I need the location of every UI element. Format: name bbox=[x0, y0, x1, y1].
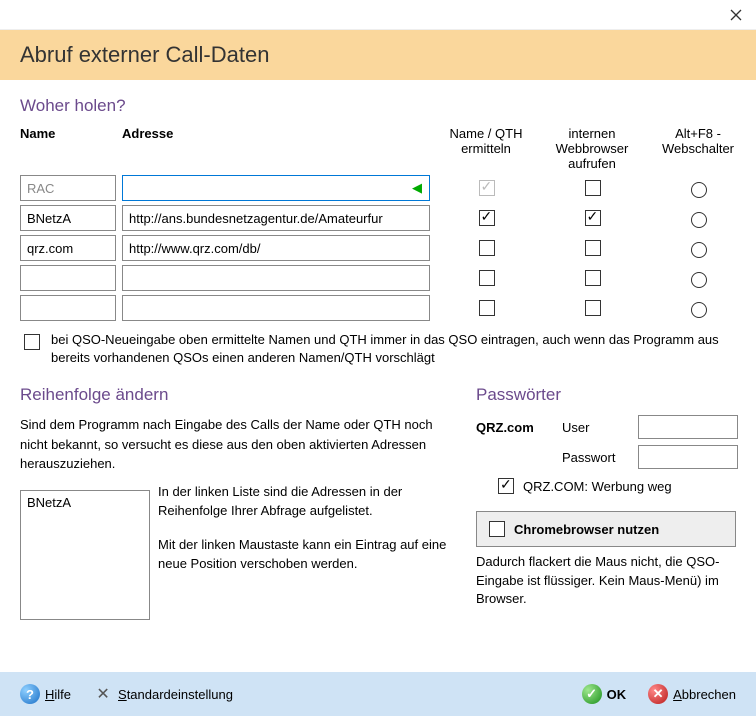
ok-button[interactable]: ✓ OK bbox=[582, 684, 627, 704]
nameqth-checkbox bbox=[479, 180, 495, 196]
window-title: Abruf externer Call-Daten bbox=[0, 30, 756, 80]
cancel-button[interactable]: ✕ Abbrechen bbox=[648, 684, 736, 704]
titlebar bbox=[0, 0, 756, 30]
row-addr-input[interactable] bbox=[122, 265, 430, 291]
chrome-label: Chromebrowser nutzen bbox=[514, 522, 659, 537]
tools-icon: ✕ bbox=[93, 684, 113, 704]
ok-icon: ✓ bbox=[582, 684, 602, 704]
table-row bbox=[20, 265, 736, 291]
col-addr: Adresse bbox=[122, 126, 430, 141]
row-name-input[interactable] bbox=[20, 265, 116, 291]
nameqth-checkbox[interactable] bbox=[479, 300, 495, 316]
nameqth-checkbox[interactable] bbox=[479, 270, 495, 286]
nameqth-checkbox[interactable] bbox=[479, 240, 495, 256]
reorder-item[interactable]: BNetzA bbox=[27, 495, 143, 510]
table-row: ◀ bbox=[20, 175, 736, 201]
row-addr-input[interactable] bbox=[122, 205, 430, 231]
altf8-radio[interactable] bbox=[691, 242, 707, 258]
footer: ? Hilfe ✕ Standardeinstellung ✓ OK ✕ Abb… bbox=[0, 672, 756, 716]
row-addr-input[interactable] bbox=[122, 235, 430, 261]
table-row bbox=[20, 235, 736, 261]
altf8-radio[interactable] bbox=[691, 302, 707, 318]
reorder-list[interactable]: BNetzA bbox=[20, 490, 150, 620]
reorder-help2: Mit der linken Maustaste kann ein Eintra… bbox=[158, 535, 456, 574]
table-header: Name Adresse Name / QTH ermitteln intern… bbox=[20, 126, 736, 171]
altf8-radio[interactable] bbox=[691, 212, 707, 228]
chrome-checkbox[interactable] bbox=[489, 521, 505, 537]
altf8-radio[interactable] bbox=[691, 182, 707, 198]
reorder-desc: Sind dem Programm nach Eingabe des Calls… bbox=[20, 415, 456, 474]
defaults-label: Standardeinstellung bbox=[118, 687, 233, 702]
col-name: Name bbox=[20, 126, 116, 141]
always-insert-checkbox[interactable] bbox=[24, 334, 40, 350]
pw-site: QRZ.com bbox=[476, 420, 556, 435]
pw-pass-label: Passwort bbox=[562, 450, 632, 465]
pw-pass-input[interactable] bbox=[638, 445, 738, 469]
cancel-icon: ✕ bbox=[648, 684, 668, 704]
table-row bbox=[20, 295, 736, 321]
browser-checkbox[interactable] bbox=[585, 180, 601, 196]
row-name-input[interactable] bbox=[20, 235, 116, 261]
row-addr-input[interactable] bbox=[122, 295, 430, 321]
row-name-input bbox=[20, 175, 116, 201]
close-button[interactable] bbox=[716, 0, 756, 30]
row-addr-input bbox=[122, 175, 430, 201]
chrome-desc: Dadurch flackert die Maus nicht, die QSO… bbox=[476, 553, 736, 608]
ok-label: OK bbox=[607, 687, 627, 702]
adblock-checkbox[interactable] bbox=[498, 478, 514, 494]
section-woher-title: Woher holen? bbox=[20, 96, 736, 116]
col-browser: internen Webbrowser aufrufen bbox=[542, 126, 642, 171]
browser-checkbox[interactable] bbox=[585, 300, 601, 316]
pw-user-input[interactable] bbox=[638, 415, 738, 439]
col-nameqth: Name / QTH ermitteln bbox=[436, 126, 536, 156]
always-insert-label: bei QSO-Neueingabe oben ermittelte Namen… bbox=[51, 331, 736, 367]
help-label: Hilfe bbox=[45, 687, 71, 702]
pw-user-label: User bbox=[562, 420, 632, 435]
nameqth-checkbox[interactable] bbox=[479, 210, 495, 226]
section-pw-title: Passwörter bbox=[476, 385, 736, 405]
browser-checkbox[interactable] bbox=[585, 240, 601, 256]
col-altf8: Alt+F8 - Webschalter bbox=[648, 126, 748, 156]
defaults-button[interactable]: ✕ Standardeinstellung bbox=[93, 684, 233, 704]
section-reorder-title: Reihenfolge ändern bbox=[20, 385, 456, 405]
browser-checkbox[interactable] bbox=[585, 270, 601, 286]
table-row bbox=[20, 205, 736, 231]
row-name-input[interactable] bbox=[20, 205, 116, 231]
chrome-box[interactable]: Chromebrowser nutzen bbox=[476, 511, 736, 547]
adblock-label: QRZ.COM: Werbung weg bbox=[523, 479, 672, 494]
browser-checkbox[interactable] bbox=[585, 210, 601, 226]
cancel-label: Abbrechen bbox=[673, 687, 736, 702]
close-icon bbox=[730, 9, 742, 21]
altf8-radio[interactable] bbox=[691, 272, 707, 288]
help-icon: ? bbox=[20, 684, 40, 704]
row-name-input[interactable] bbox=[20, 295, 116, 321]
reorder-help1: In der linken Liste sind die Adressen in… bbox=[158, 482, 456, 521]
help-button[interactable]: ? Hilfe bbox=[20, 684, 71, 704]
